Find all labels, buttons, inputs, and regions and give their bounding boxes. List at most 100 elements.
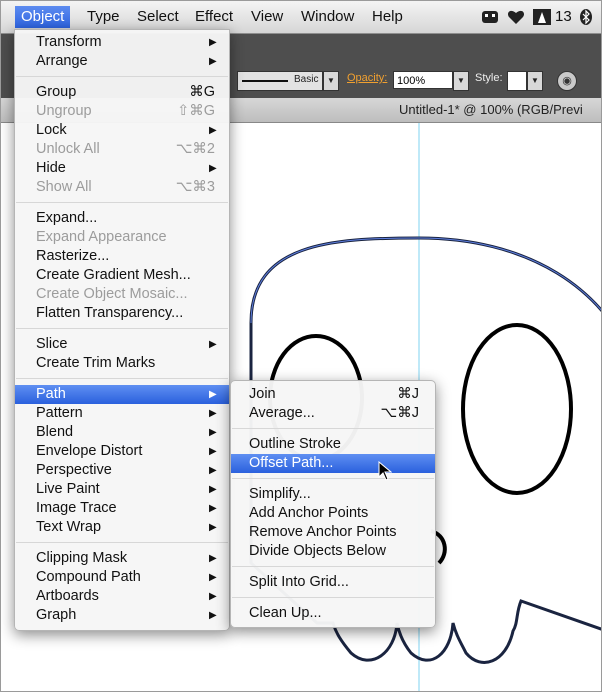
menu-item-slice[interactable]: Slice ▶ — [15, 335, 229, 354]
menu-item-label: Clipping Mask — [36, 550, 128, 566]
submenu-arrow-icon: ▶ — [209, 56, 217, 67]
menu-item-label: Artboards — [36, 588, 99, 604]
notification-count: 13 — [555, 8, 572, 25]
object-menu: Transform ▶ Arrange ▶ Group ⌘G Ungroup ⇧⌘G Lock ▶… — [14, 29, 230, 631]
path-submenu: Join ⌘J Average... ⌥⌘J Outline Stroke Offset … — [230, 380, 436, 628]
menu-item-blend[interactable]: Blend ▶ — [15, 423, 229, 442]
menu-item-label: Group — [36, 84, 77, 100]
bluetooth-icon[interactable] — [579, 6, 593, 28]
submenu-arrow-icon: ▶ — [209, 572, 217, 583]
menu-item-expand[interactable]: Expand... — [15, 209, 229, 228]
graphic-style-swatch[interactable] — [507, 71, 527, 91]
submenu-arrow-icon: ▶ — [209, 522, 217, 533]
menu-item-arrange[interactable]: Arrange ▶ — [15, 52, 229, 71]
submenu-arrow-icon: ▶ — [209, 465, 217, 476]
stroke-profile-arrow-icon[interactable]: ▼ — [323, 71, 339, 91]
menu-item-create-gradient-mesh[interactable]: Create Gradient Mesh... — [15, 266, 229, 285]
menu-object[interactable]: Object — [15, 6, 71, 28]
stroke-profile-dropdown[interactable]: Basic — [237, 71, 323, 91]
menu-item-shortcut: ⌘J — [397, 386, 419, 402]
menu-item-add-anchor-points[interactable]: Add Anchor Points — [231, 504, 435, 523]
menu-select[interactable]: Select — [131, 6, 185, 28]
menu-item-label: Outline Stroke — [249, 436, 341, 452]
menu-separator — [232, 478, 434, 479]
style-arrow-icon[interactable]: ▼ — [527, 71, 543, 91]
menu-item-divide-objects-below[interactable]: Divide Objects Below — [231, 542, 435, 561]
submenu-arrow-icon: ▶ — [209, 484, 217, 495]
menu-window[interactable]: Window — [295, 6, 360, 28]
menu-item-image-trace[interactable]: Image Trace ▶ — [15, 499, 229, 518]
menu-item-shortcut: ⌥⌘2 — [175, 141, 215, 157]
submenu-arrow-icon: ▶ — [209, 503, 217, 514]
menu-item-create-trim-marks[interactable]: Create Trim Marks — [15, 354, 229, 373]
submenu-arrow-icon: ▶ — [209, 553, 217, 564]
menu-item-join[interactable]: Join ⌘J — [231, 385, 435, 404]
heart-icon[interactable] — [507, 6, 525, 28]
menu-item-artboards[interactable]: Artboards ▶ — [15, 587, 229, 606]
menu-item-label: Compound Path — [36, 569, 141, 585]
menu-item-label: Transform — [36, 34, 102, 50]
menu-item-label: Create Gradient Mesh... — [36, 267, 191, 283]
opacity-label[interactable]: Opacity: — [347, 72, 387, 84]
menu-item-envelope-distort[interactable]: Envelope Distort ▶ — [15, 442, 229, 461]
opacity-arrow-icon[interactable]: ▼ — [453, 71, 469, 91]
menu-item-label: Average... — [249, 405, 315, 421]
app-status-icon[interactable] — [481, 6, 499, 28]
menu-item-clipping-mask[interactable]: Clipping Mask ▶ — [15, 549, 229, 568]
menu-item-text-wrap[interactable]: Text Wrap ▶ — [15, 518, 229, 537]
menu-item-label: Arrange — [36, 53, 88, 69]
menu-item-perspective[interactable]: Perspective ▶ — [15, 461, 229, 480]
menu-item-group[interactable]: Group ⌘G — [15, 83, 229, 102]
menu-item-label: Perspective — [36, 462, 112, 478]
menu-item-remove-anchor-points[interactable]: Remove Anchor Points — [231, 523, 435, 542]
menu-item-path[interactable]: Path ▶ — [15, 385, 229, 404]
recolor-artwork-icon[interactable]: ◉ — [557, 71, 577, 91]
menu-item-label: Clean Up... — [249, 605, 322, 621]
menu-item-label: Show All — [36, 179, 92, 195]
menu-item-split-into-grid[interactable]: Split Into Grid... — [231, 573, 435, 592]
menu-item-live-paint[interactable]: Live Paint ▶ — [15, 480, 229, 499]
menu-item-label: Simplify... — [249, 486, 311, 502]
menu-item-label: Path — [36, 386, 66, 402]
right-eye — [461, 323, 573, 495]
menu-item-compound-path[interactable]: Compound Path ▶ — [15, 568, 229, 587]
menu-item-outline-stroke[interactable]: Outline Stroke — [231, 435, 435, 454]
menu-item-transform[interactable]: Transform ▶ — [15, 33, 229, 52]
document-tab-title[interactable]: Untitled-1* @ 100% (RGB/Previ — [399, 102, 583, 117]
menu-item-unlock-all: Unlock All ⌥⌘2 — [15, 140, 229, 159]
menu-item-graph[interactable]: Graph ▶ — [15, 606, 229, 625]
menu-item-label: Expand Appearance — [36, 229, 167, 245]
opacity-input[interactable]: 100% — [393, 71, 453, 89]
adobe-icon[interactable] — [533, 6, 551, 28]
menu-item-lock[interactable]: Lock ▶ — [15, 121, 229, 140]
menu-item-create-object-mosaic: Create Object Mosaic... — [15, 285, 229, 304]
menu-separator — [232, 428, 434, 429]
menu-item-flatten-transparency[interactable]: Flatten Transparency... — [15, 304, 229, 323]
menu-item-offset-path[interactable]: Offset Path... — [231, 454, 435, 473]
menu-item-label: Join — [249, 386, 276, 402]
menu-item-label: Lock — [36, 122, 67, 138]
menu-separator — [16, 76, 228, 77]
menu-item-show-all: Show All ⌥⌘3 — [15, 178, 229, 197]
menu-item-shortcut: ⌘G — [189, 84, 215, 100]
menu-item-simplify[interactable]: Simplify... — [231, 485, 435, 504]
menu-item-pattern[interactable]: Pattern ▶ — [15, 404, 229, 423]
menu-item-shortcut: ⌥⌘3 — [175, 179, 215, 195]
menu-effect[interactable]: Effect — [189, 6, 239, 28]
submenu-arrow-icon: ▶ — [209, 408, 217, 419]
submenu-arrow-icon: ▶ — [209, 427, 217, 438]
menu-help[interactable]: Help — [366, 6, 409, 28]
menu-item-label: Rasterize... — [36, 248, 110, 264]
menu-item-clean-up[interactable]: Clean Up... — [231, 604, 435, 623]
menu-type[interactable]: Type — [81, 6, 126, 28]
menu-item-label: Hide — [36, 160, 66, 176]
menu-item-label: Offset Path... — [249, 455, 334, 471]
menu-item-average[interactable]: Average... ⌥⌘J — [231, 404, 435, 423]
submenu-arrow-icon: ▶ — [209, 37, 217, 48]
menu-item-shortcut: ⇧⌘G — [177, 103, 215, 119]
menu-item-label: Remove Anchor Points — [249, 524, 397, 540]
menu-item-rasterize[interactable]: Rasterize... — [15, 247, 229, 266]
menu-view[interactable]: View — [245, 6, 289, 28]
menu-item-hide[interactable]: Hide ▶ — [15, 159, 229, 178]
menu-separator — [232, 566, 434, 567]
